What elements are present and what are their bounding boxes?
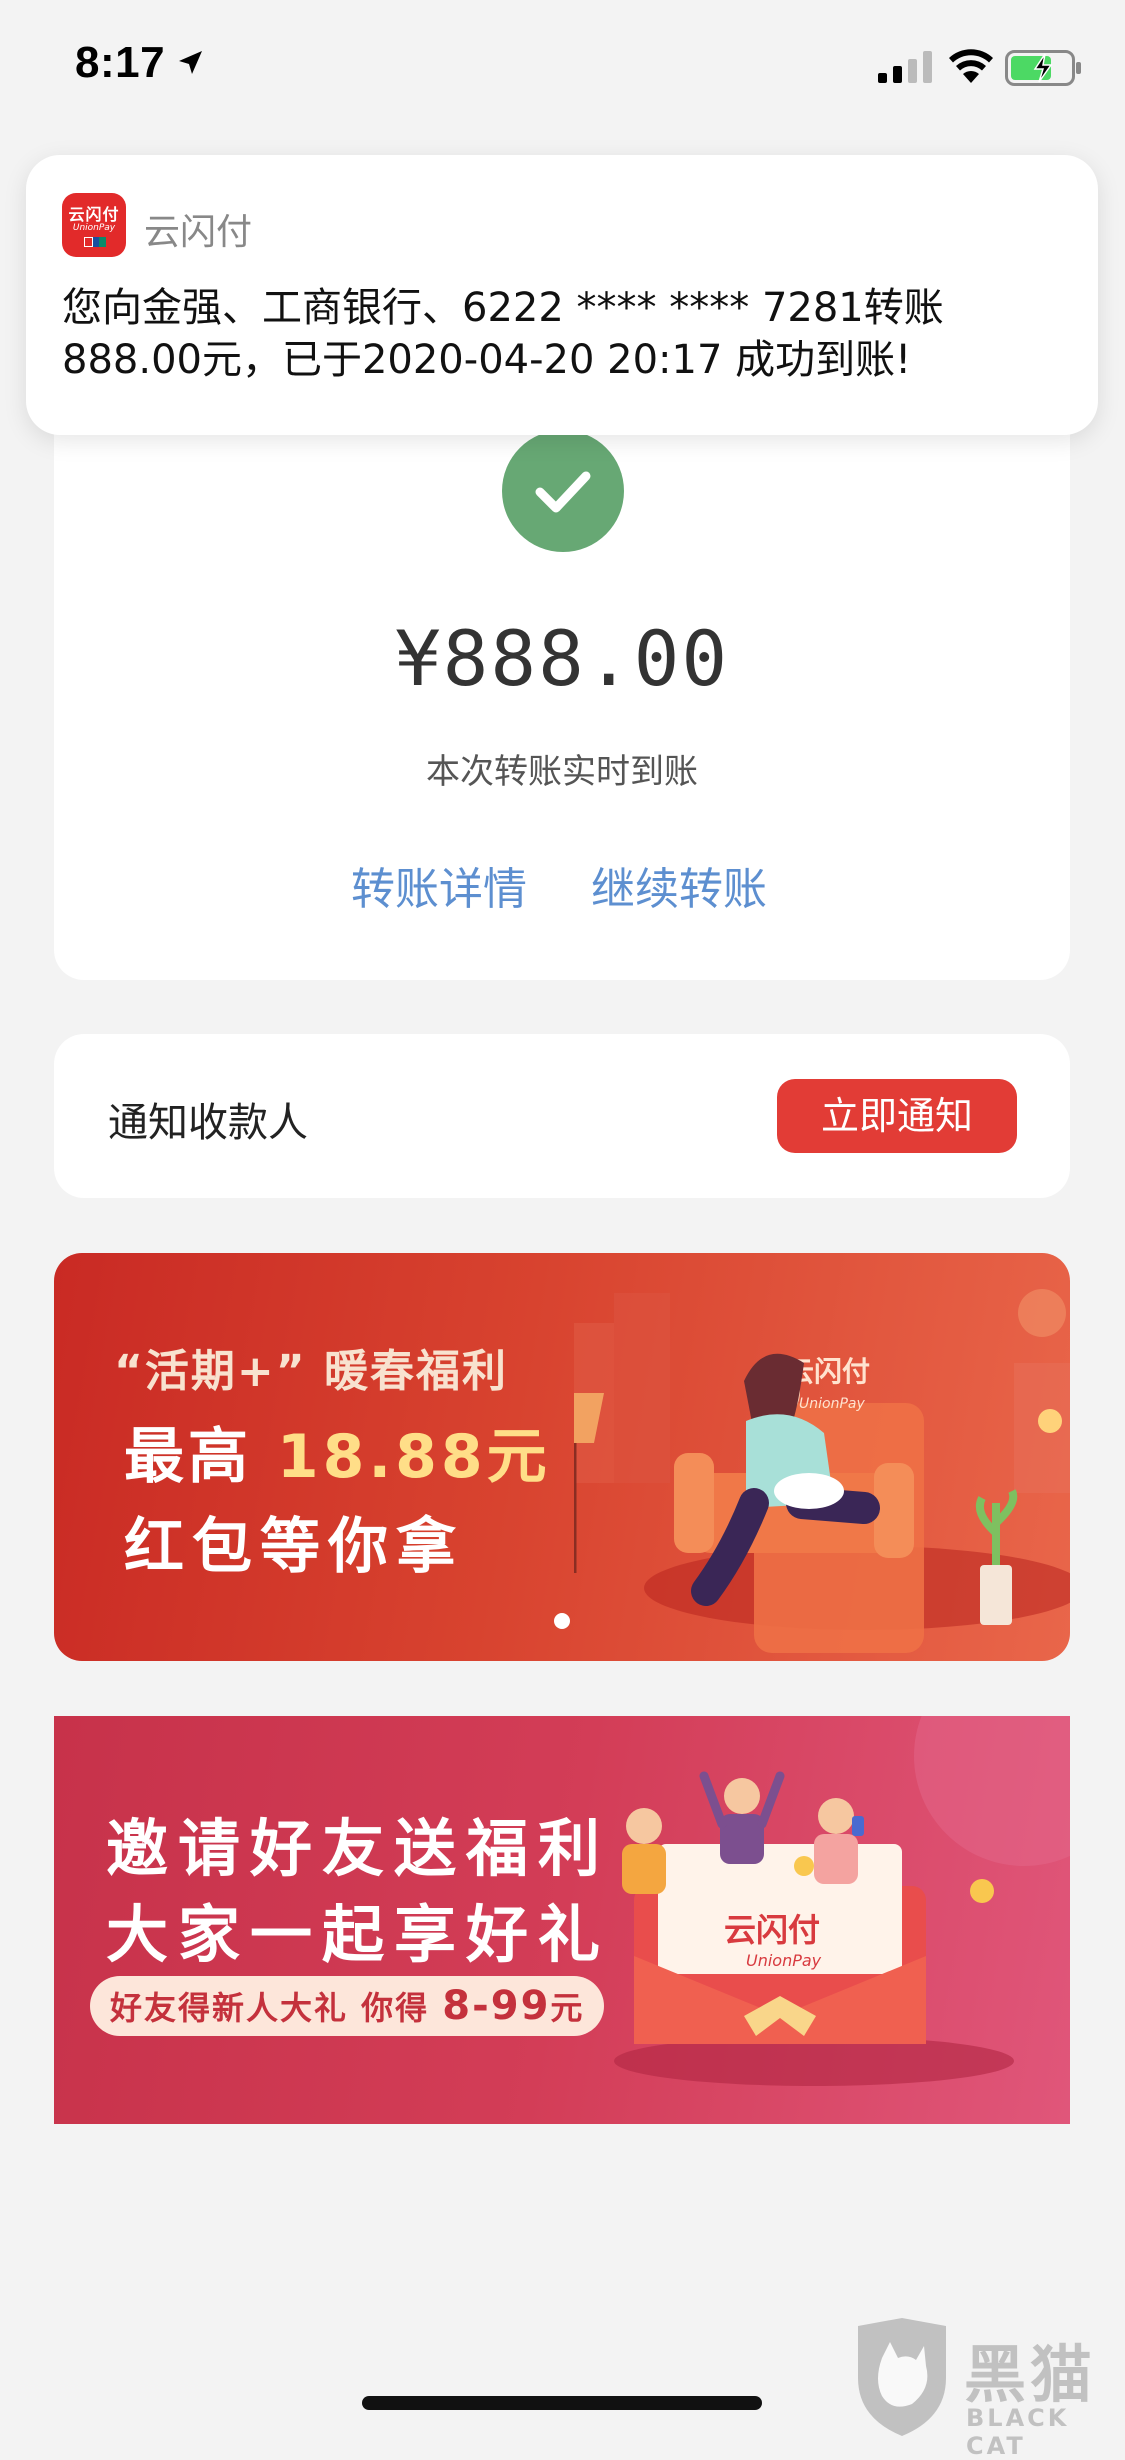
- banner1-headline-prefix: 最高: [124, 1422, 277, 1492]
- home-indicator[interactable]: [362, 2396, 762, 2410]
- banner1-subtitle: “活期+” 暖春福利: [114, 1346, 509, 1397]
- banner1-logo-sub: UnionPay: [799, 1396, 865, 1412]
- banner2-reward-pill: 好友得新人大礼 你得 8-99元: [90, 1976, 605, 2036]
- banner2-pill-amount: 8-99: [442, 1983, 551, 2029]
- banner2-line1: 邀请好友送福利: [106, 1812, 611, 1885]
- continue-transfer-link[interactable]: 继续转账: [591, 853, 767, 917]
- transfer-status-text: 本次转账实时到账: [426, 752, 698, 792]
- promo-banner-invite[interactable]: 邀请好友送福利 大家一起享好礼 好友得新人大礼 你得 8-99元 云闪付 Uni…: [54, 1716, 1070, 2124]
- unionpay-flag-icon: [84, 237, 107, 247]
- banner2-logo-sub: UnionPay: [746, 1951, 822, 1970]
- banner1-amount: 18.88元: [276, 1422, 551, 1492]
- transfer-amount: ¥888.00: [394, 614, 730, 703]
- banner2-line2: 大家一起享好礼: [106, 1898, 611, 1971]
- wifi-icon: [949, 49, 993, 83]
- friends-gift-envelope-illustration: 云闪付 UnionPay: [614, 1716, 1070, 2086]
- app-logo-text: 云闪付: [68, 205, 120, 224]
- app-logo-icon: 云闪付 UnionPay: [62, 193, 126, 257]
- watermark-subtitle: BLACK CAT: [966, 2404, 1070, 2460]
- banner2-pill-prefix: 好友得新人大礼 你得: [110, 1989, 443, 2027]
- transfer-detail-link[interactable]: 转账详情: [351, 853, 527, 917]
- notify-now-button[interactable]: 立即通知: [777, 1079, 1017, 1153]
- success-check-icon: [502, 430, 624, 552]
- battery-charging-icon: [1005, 50, 1081, 86]
- push-notification[interactable]: 云闪付 UnionPay 云闪付 您向金强、工商银行、6222 **** ***…: [26, 155, 1098, 435]
- cat-shield-logo-icon: [858, 2318, 946, 2436]
- notification-message: 您向金强、工商银行、6222 **** **** 7281转账888.00元，已…: [62, 285, 944, 383]
- status-time: 8:17: [75, 38, 166, 87]
- banner1-line3: 红包等你拿: [124, 1512, 464, 1582]
- app-logo-sub: UnionPay: [72, 223, 116, 233]
- banner2-logo-text: 云闪付: [724, 1911, 820, 1949]
- banner2-pill-suffix: 元: [550, 1989, 585, 2027]
- notify-payee-card: 通知收款人 立即通知: [54, 1034, 1070, 1198]
- notification-app-name: 云闪付: [144, 212, 253, 253]
- watermark-title: 黑猫: [964, 2338, 1097, 2411]
- status-bar: 8:17: [0, 0, 1125, 135]
- promo-banner-savings[interactable]: “活期+” 暖春福利 最高 18.88元 红包等你拿 云闪付 UnionPay: [54, 1253, 1070, 1661]
- cellular-signal-icon: [878, 51, 932, 83]
- banner1-headline: 最高 18.88元: [124, 1408, 551, 1495]
- notify-payee-label: 通知收款人: [108, 1100, 308, 1146]
- black-cat-watermark: 黑猫 BLACK CAT: [852, 2318, 1125, 2460]
- location-arrow-icon: [179, 51, 202, 74]
- woman-on-sofa-illustration: 云闪付 UnionPay: [574, 1289, 1070, 1653]
- carousel-page-indicator[interactable]: [554, 1613, 570, 1629]
